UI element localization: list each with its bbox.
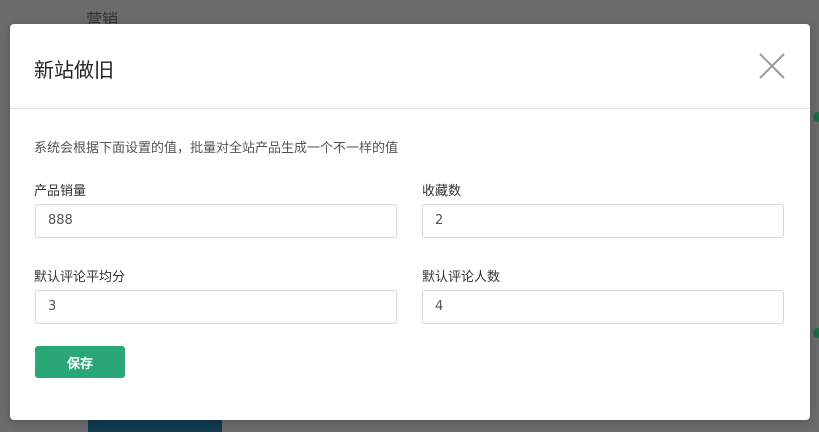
default-review-rating-label: 默认评论平均分 [34,270,126,285]
default-review-count-input[interactable] [422,290,784,324]
settings-modal: 新站做旧 系统会根据下面设置的值，批量对全站产品生成一个不一样的值 产品销量 收… [10,24,810,420]
default-review-rating-input[interactable] [35,290,397,324]
modal-hint: 系统会根据下面设置的值，批量对全站产品生成一个不一样的值 [34,141,399,156]
product-sales-label: 产品销量 [34,184,87,199]
favorites-count-input[interactable] [422,204,784,238]
default-review-count-label: 默认评论人数 [422,270,501,285]
save-button[interactable]: 保存 [35,346,125,378]
close-button[interactable] [758,52,786,80]
product-sales-input[interactable] [35,204,397,238]
close-icon [759,53,785,79]
modal-title: 新站做旧 [34,58,114,82]
modal-header: 新站做旧 [10,24,810,109]
favorites-count-label: 收藏数 [422,184,462,199]
background-status-dot [813,112,819,122]
background-status-dot [813,328,819,338]
